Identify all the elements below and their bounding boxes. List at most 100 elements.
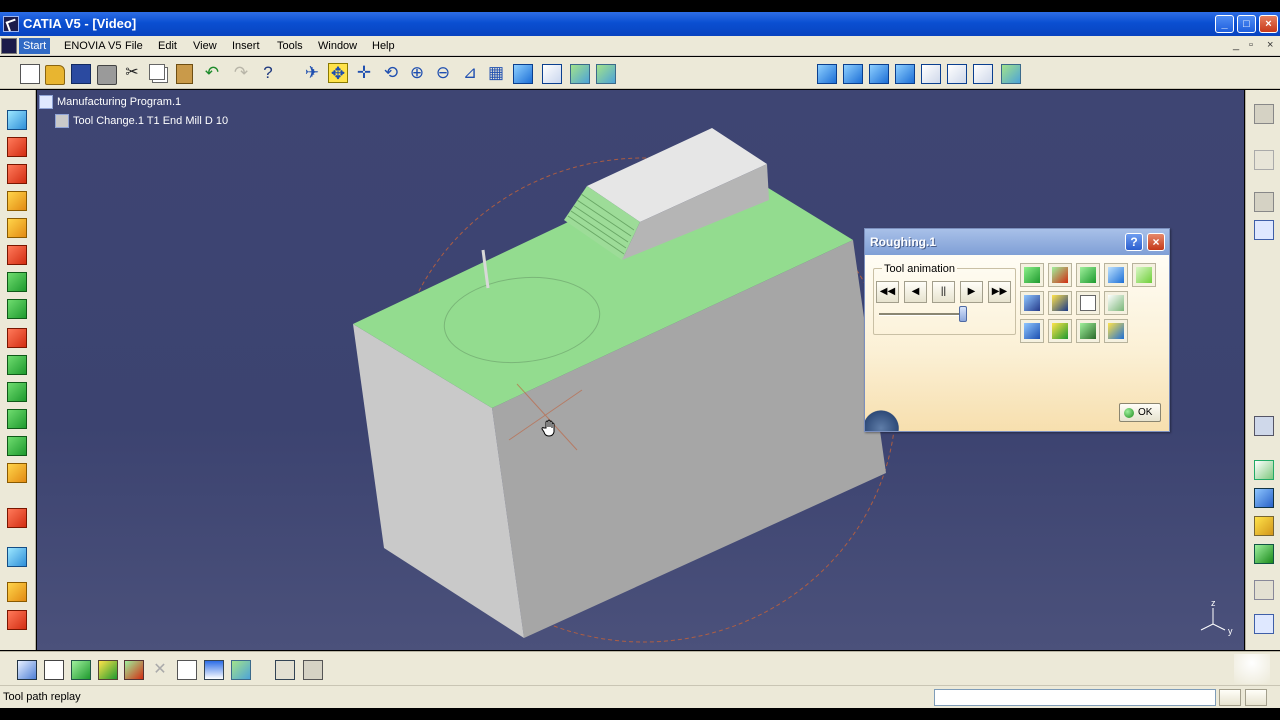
menu-tools[interactable]: Tools (277, 40, 303, 52)
point-to-point-icon[interactable] (7, 409, 27, 429)
command-input[interactable] (934, 689, 1216, 706)
multi-view-icon[interactable]: ▦ (486, 63, 506, 83)
compass-icon[interactable] (1254, 416, 1274, 436)
dialog-title-bar[interactable]: Roughing.1 ? × (865, 229, 1169, 255)
generate-nc-icon[interactable] (1254, 580, 1274, 600)
iso-view-icon[interactable] (817, 64, 837, 84)
contour-driven-icon[interactable] (7, 218, 27, 238)
table-icon[interactable] (44, 660, 64, 680)
menu-insert[interactable]: Insert (232, 40, 260, 52)
fly-mode-icon[interactable]: ✈ (302, 63, 322, 83)
quick-view-icon[interactable] (513, 64, 533, 84)
tool-path-icon[interactable] (71, 660, 91, 680)
distance-analysis-icon[interactable] (1104, 291, 1128, 315)
document-icon[interactable] (1, 38, 17, 54)
point-display-icon[interactable] (1048, 263, 1072, 287)
auxiliary-operations-icon[interactable] (7, 508, 27, 528)
part-operation-icon[interactable] (98, 660, 118, 680)
transition-icon[interactable] (275, 660, 295, 680)
grid-icon[interactable] (177, 660, 197, 680)
fast-forward-button[interactable]: ▶▶ (988, 281, 1011, 303)
command-ok-button[interactable] (1219, 689, 1241, 706)
machine-rotation-icon[interactable] (7, 610, 27, 630)
dialog-close-button[interactable]: × (1147, 233, 1165, 251)
menu-window[interactable]: Window (318, 40, 357, 52)
back-view-icon[interactable] (869, 64, 889, 84)
feature-icon[interactable] (7, 463, 27, 483)
rewind-button[interactable]: ◀◀ (876, 281, 899, 303)
named-views-icon[interactable] (1001, 64, 1021, 84)
analysis-icon[interactable] (1048, 319, 1072, 343)
print-icon[interactable] (97, 65, 117, 85)
geometry-zone-icon[interactable] (7, 436, 27, 456)
ok-button[interactable]: OK (1119, 403, 1161, 422)
new-icon[interactable] (20, 64, 40, 84)
photo-mode-icon[interactable] (1104, 319, 1128, 343)
bottom-view-icon[interactable] (973, 64, 993, 84)
front-view-icon[interactable] (843, 64, 863, 84)
right-view-icon[interactable] (921, 64, 941, 84)
nc-output-icon[interactable] (1254, 544, 1274, 564)
tool-change-node-icon[interactable] (55, 114, 69, 128)
open-icon[interactable] (45, 65, 65, 85)
fit-all-icon[interactable]: ✥ (328, 63, 348, 83)
paste-icon[interactable] (176, 64, 193, 84)
tool-change-icon[interactable] (7, 582, 27, 602)
left-view-icon[interactable] (895, 64, 915, 84)
roughing-icon[interactable] (7, 137, 27, 157)
menu-help[interactable]: Help (372, 40, 395, 52)
pocketing-icon[interactable] (7, 328, 27, 348)
zoom-out-icon[interactable]: ⊖ (433, 63, 453, 83)
tool-path-display-icon[interactable] (1020, 263, 1044, 287)
profile-contouring-icon[interactable] (7, 299, 27, 319)
video-mode-icon[interactable] (1020, 291, 1044, 315)
menu-start[interactable]: Start (19, 38, 51, 54)
play-button[interactable]: ▶ (960, 281, 983, 303)
tool-holder-icon[interactable] (1132, 263, 1156, 287)
close-button[interactable]: × (1259, 15, 1278, 33)
tool-display-icon[interactable] (1104, 263, 1128, 287)
machining-operation-icon[interactable] (7, 110, 27, 130)
documentation-icon[interactable] (1254, 614, 1274, 634)
machine-icon[interactable] (303, 660, 323, 680)
maximize-button[interactable]: □ (1237, 15, 1256, 33)
replay-icon[interactable] (1254, 460, 1274, 480)
tree-node-manufacturing-program[interactable]: Manufacturing Program.1 (57, 96, 181, 108)
catia-app-icon[interactable] (3, 16, 19, 32)
mdi-restore-button[interactable]: ▫ (1249, 39, 1253, 51)
list-icon[interactable] (204, 660, 224, 680)
path-color-icon[interactable] (1076, 263, 1100, 287)
drilling-icon[interactable] (7, 382, 27, 402)
zlevel-icon[interactable] (7, 191, 27, 211)
capture-icon[interactable] (1020, 319, 1044, 343)
copy-icon[interactable] (149, 64, 165, 80)
report-icon[interactable] (1076, 291, 1100, 315)
properties-icon[interactable] (1254, 220, 1274, 240)
swap-visible-space-icon[interactable] (596, 64, 616, 84)
mdi-close-button[interactable]: × (1267, 39, 1273, 51)
animation-slider-track[interactable] (879, 313, 967, 316)
hide-show-icon[interactable] (570, 64, 590, 84)
normal-view-icon[interactable]: ⊿ (460, 63, 480, 83)
spiral-milling-icon[interactable] (7, 245, 27, 265)
menu-edit[interactable]: Edit (158, 40, 177, 52)
menu-view[interactable]: View (193, 40, 217, 52)
undo-icon[interactable]: ↶ (202, 63, 222, 83)
image-icon[interactable] (231, 660, 251, 680)
step-back-button[interactable]: ◀ (904, 281, 927, 303)
stock-icon[interactable] (17, 660, 37, 680)
facing-icon[interactable] (7, 355, 27, 375)
select-icon[interactable] (1254, 104, 1274, 124)
tree-node-tool-change[interactable]: Tool Change.1 T1 End Mill D 10 (73, 115, 228, 127)
save-video-icon[interactable] (1048, 291, 1072, 315)
simulation-icon[interactable] (1254, 488, 1274, 508)
rotate-icon[interactable]: ⟲ (381, 63, 401, 83)
save-icon[interactable] (71, 64, 91, 84)
pencil-icon[interactable] (7, 272, 27, 292)
menu-enovia[interactable]: ENOVIA V5 (64, 40, 121, 52)
sweeping-icon[interactable] (7, 164, 27, 184)
mdi-minimize-button[interactable]: _ (1233, 39, 1239, 51)
manufacturing-program-icon[interactable] (124, 660, 144, 680)
pan-icon[interactable]: ✛ (354, 63, 374, 83)
shading-icon[interactable] (542, 64, 562, 84)
